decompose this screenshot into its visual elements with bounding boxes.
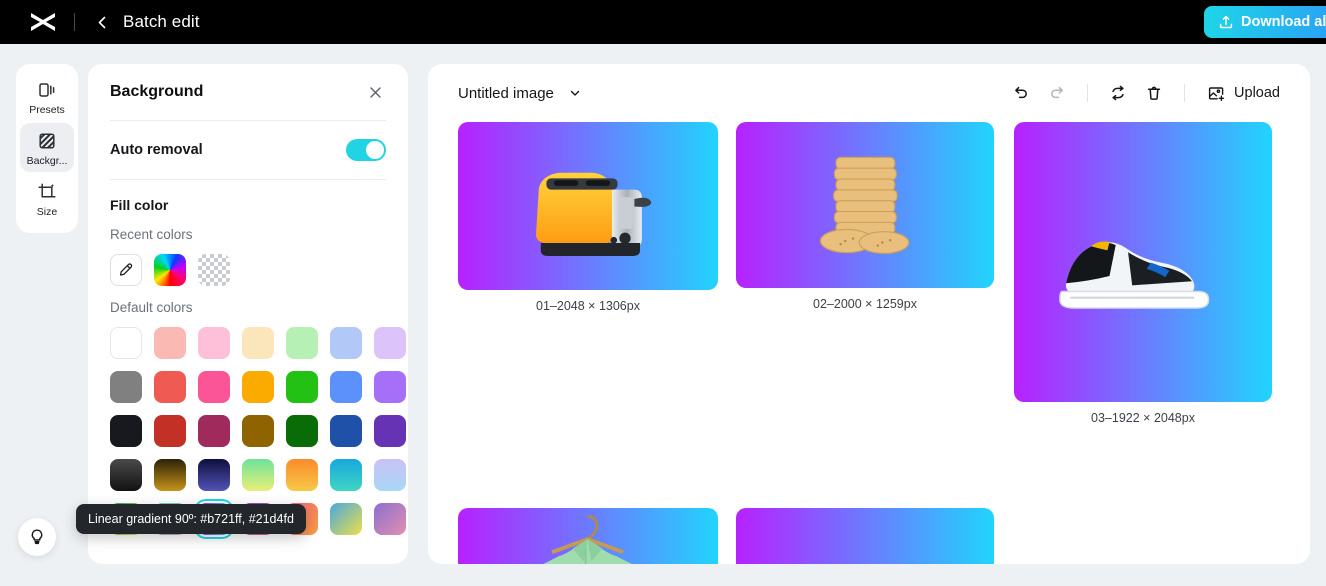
rail-item-presets-label: Presets — [29, 104, 65, 116]
gradient-tooltip: Linear gradient 90º: #b721ff, #21d4fd — [76, 504, 306, 534]
undo-button[interactable] — [1005, 77, 1037, 109]
color-swatch-2-3[interactable] — [242, 415, 274, 447]
thumbnail-card[interactable] — [736, 508, 994, 564]
capcut-logo-icon[interactable] — [26, 10, 60, 34]
thumbnail-card[interactable]: 02–2000 × 1259px — [736, 122, 994, 311]
transparent-swatch[interactable] — [198, 254, 230, 286]
color-swatch-4-5[interactable] — [330, 503, 362, 535]
recent-colors-row — [110, 254, 386, 286]
document-name[interactable]: Untitled image — [458, 85, 554, 102]
color-swatch-1-5[interactable] — [330, 371, 362, 403]
upload-label: Upload — [1234, 85, 1280, 101]
page-title: Batch edit — [123, 12, 200, 31]
color-swatch-0-2[interactable] — [198, 327, 230, 359]
rail-item-background[interactable]: Backgr... — [20, 123, 74, 172]
color-swatch-1-2[interactable] — [198, 371, 230, 403]
color-swatch-0-6[interactable] — [374, 327, 406, 359]
default-colors-label: Default colors — [110, 300, 193, 315]
toolbar-divider-1 — [1087, 84, 1089, 102]
color-swatch-1-1[interactable] — [154, 371, 186, 403]
thumbnail-image-green-shirt[interactable] — [458, 508, 718, 564]
color-swatch-0-3[interactable] — [242, 327, 274, 359]
close-icon[interactable] — [364, 81, 386, 103]
rail-item-size-label: Size — [36, 206, 58, 218]
toolbar-divider-2 — [1184, 84, 1186, 102]
color-swatch-2-4[interactable] — [286, 415, 318, 447]
tips-button[interactable] — [18, 518, 56, 556]
color-swatch-3-1[interactable] — [154, 459, 186, 491]
presets-icon — [36, 79, 58, 101]
thumbnail-caption: 02–2000 × 1259px — [813, 297, 917, 311]
thumbnail-image-toaster[interactable] — [458, 122, 718, 290]
tool-rail: Presets Backgr... Size — [16, 64, 78, 233]
palette-row — [110, 327, 406, 359]
background-icon — [36, 130, 58, 152]
crop-size-icon — [36, 181, 58, 203]
color-swatch-2-1[interactable] — [154, 415, 186, 447]
color-swatch-0-0[interactable] — [110, 327, 142, 359]
lightbulb-icon — [28, 528, 46, 546]
eyedropper-swatch[interactable] — [110, 254, 142, 286]
thumbnail-image-biscuits[interactable] — [736, 122, 994, 288]
auto-removal-row: Auto removal — [110, 121, 386, 179]
upload-arrow-icon — [1218, 14, 1234, 30]
reset-button[interactable] — [1102, 77, 1134, 109]
app-header: Batch edit Download all — [0, 0, 1326, 44]
palette-row — [110, 459, 406, 491]
back-button[interactable] — [89, 9, 115, 35]
color-swatch-3-2[interactable] — [198, 459, 230, 491]
add-image-icon — [1207, 84, 1226, 103]
color-swatch-0-1[interactable] — [154, 327, 186, 359]
delete-button[interactable] — [1138, 77, 1170, 109]
thumbnail-caption: 03–1922 × 2048px — [1091, 411, 1195, 425]
thumbnail-image-sneakers[interactable] — [1014, 122, 1272, 402]
color-wheel-swatch[interactable] — [154, 254, 186, 286]
color-swatch-2-5[interactable] — [330, 415, 362, 447]
chevron-down-icon[interactable] — [568, 86, 582, 100]
image-canvas-panel: Untitled image Upload 01–2048 × 1306px 0… — [428, 64, 1310, 564]
color-swatch-0-5[interactable] — [330, 327, 362, 359]
toggle-knob — [366, 141, 384, 159]
color-swatch-2-6[interactable] — [374, 415, 406, 447]
upload-button[interactable]: Upload — [1199, 77, 1286, 109]
palette-row — [110, 371, 406, 403]
fill-color-heading: Fill color — [110, 197, 169, 213]
color-swatch-4-6[interactable] — [374, 503, 406, 535]
rail-item-presets[interactable]: Presets — [20, 72, 74, 121]
header-divider — [74, 13, 75, 31]
color-swatch-3-0[interactable] — [110, 459, 142, 491]
recent-colors-label: Recent colors — [110, 227, 193, 242]
color-swatch-3-3[interactable] — [242, 459, 274, 491]
color-swatch-3-4[interactable] — [286, 459, 318, 491]
color-swatch-1-6[interactable] — [374, 371, 406, 403]
canvas-toolbar: Untitled image Upload — [428, 64, 1310, 122]
background-panel-title: Background — [110, 83, 204, 100]
thumbnail-image-coffee-cup[interactable] — [736, 508, 994, 564]
color-swatch-2-0[interactable] — [110, 415, 142, 447]
download-all-button[interactable]: Download all — [1204, 6, 1326, 38]
thumbnail-card[interactable]: 03–1922 × 2048px — [1014, 122, 1272, 425]
color-swatch-2-2[interactable] — [198, 415, 230, 447]
color-swatch-1-0[interactable] — [110, 371, 142, 403]
thumbnail-caption: 01–2048 × 1306px — [536, 299, 640, 313]
redo-button[interactable] — [1041, 77, 1073, 109]
rail-item-background-label: Backgr... — [26, 155, 68, 167]
canvas-toolbar-actions: Upload — [1005, 77, 1286, 109]
background-panel-header: Background — [110, 64, 386, 120]
auto-removal-toggle[interactable] — [346, 139, 386, 161]
thumbnail-card[interactable] — [458, 508, 718, 564]
color-swatch-3-5[interactable] — [330, 459, 362, 491]
color-swatch-1-3[interactable] — [242, 371, 274, 403]
rail-item-size[interactable]: Size — [20, 174, 74, 223]
thumbnail-card[interactable]: 01–2048 × 1306px — [458, 122, 718, 313]
panel-divider-mid — [110, 179, 386, 180]
auto-removal-label: Auto removal — [110, 142, 203, 158]
download-all-label: Download all — [1241, 14, 1326, 30]
color-swatch-0-4[interactable] — [286, 327, 318, 359]
color-swatch-1-4[interactable] — [286, 371, 318, 403]
background-panel: Background Auto removal Fill color Recen… — [88, 64, 408, 564]
color-swatch-3-6[interactable] — [374, 459, 406, 491]
palette-row — [110, 415, 406, 447]
